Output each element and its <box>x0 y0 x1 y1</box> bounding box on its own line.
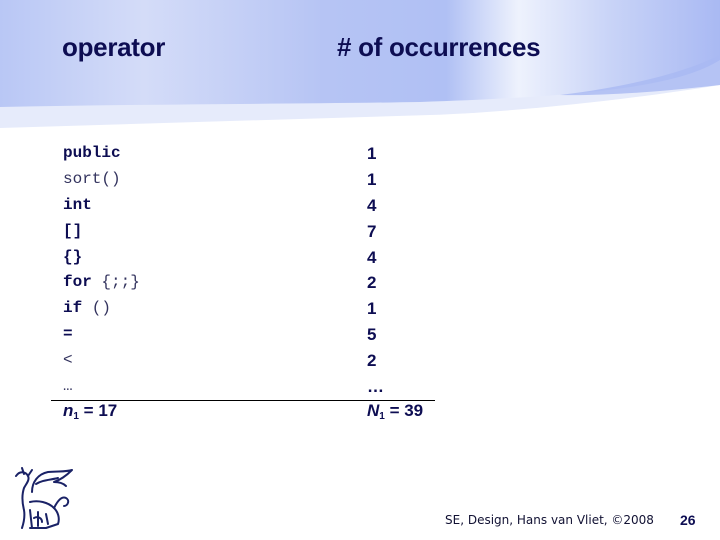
operator-item: {} <box>63 245 140 271</box>
operator-item: [] <box>63 219 140 245</box>
total-variable: N <box>367 401 380 420</box>
operator-item: public <box>63 141 140 167</box>
operator-token: if <box>63 299 83 318</box>
operator-token: sort() <box>63 169 121 188</box>
total-value: = 39 <box>384 401 424 420</box>
distinct-operators-total: n1 = 17 <box>63 400 117 424</box>
operator-item: int <box>63 193 140 219</box>
operator-item: < <box>63 348 140 374</box>
footer-credit: SE, Design, Hans van Vliet, ©2008 <box>445 513 654 527</box>
operator-token: int <box>63 195 92 214</box>
winged-lion-logo-icon <box>15 467 73 529</box>
operator-token: = <box>63 325 73 344</box>
total-operators-total: N1 = 39 <box>367 400 423 424</box>
occurrence-count: 1 <box>367 169 377 189</box>
occurrence-count: 2 <box>367 351 377 371</box>
operator-token: … <box>63 377 73 396</box>
occurrence-count: 7 <box>367 221 377 241</box>
occurrences-column-header: # of occurrences <box>337 32 541 62</box>
operator-item: sort() <box>63 167 140 193</box>
operator-token: public <box>63 144 121 162</box>
occurrence-count: 2 <box>367 273 377 293</box>
occurrence-count: … <box>367 377 384 397</box>
occurrence-count: 4 <box>367 247 377 267</box>
operator-token: () <box>82 299 112 318</box>
page-number: 26 <box>680 512 696 528</box>
operator-item: = <box>63 322 140 348</box>
operator-token: < <box>63 351 73 370</box>
operator-list: public sort() int[]{} for {;;} if () = <… <box>63 141 140 400</box>
total-value: = 17 <box>78 401 118 420</box>
operator-token: {} <box>63 247 83 266</box>
occurrence-count: 1 <box>367 299 377 319</box>
operator-item: … <box>63 374 140 400</box>
occurrence-count: 5 <box>367 325 377 345</box>
occurrence-count: 4 <box>367 195 377 215</box>
occurrence-count-list: 1 1 4 7 4 2 1 5 2 … <box>367 141 384 400</box>
occurrence-count: 1 <box>367 144 377 163</box>
total-variable: n <box>63 401 74 420</box>
header-swoosh-background <box>0 0 720 128</box>
operator-column-header: operator <box>62 32 166 62</box>
operator-item: if () <box>63 296 140 322</box>
operator-token: {;;} <box>91 273 140 292</box>
operator-token: for <box>63 273 92 292</box>
operator-item: for {;;} <box>63 270 140 296</box>
operator-token: [] <box>63 221 83 240</box>
